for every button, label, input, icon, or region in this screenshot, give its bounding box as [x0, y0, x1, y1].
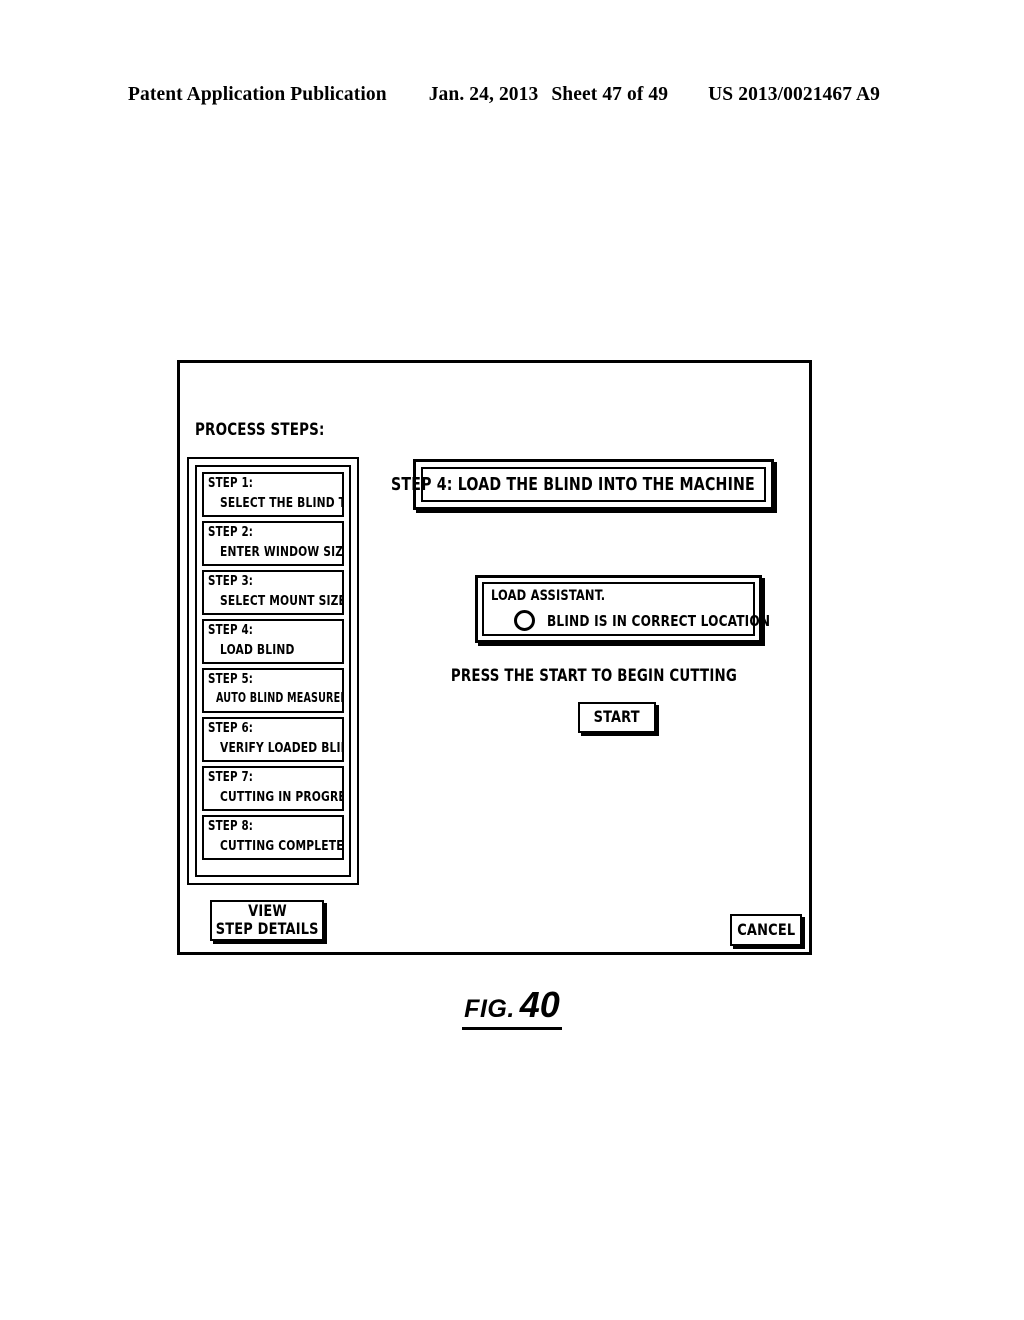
publication-number: US 2013/0021467 A9: [708, 84, 881, 105]
patent-header: Patent Application Publication Jan. 24, …: [128, 84, 896, 112]
list-item[interactable]: STEP 5: AUTO BLIND MEASUREMENT: [202, 668, 344, 713]
step-label: ENTER WINDOW SIZE: [220, 544, 344, 560]
step-number: STEP 7:: [208, 770, 254, 785]
load-assistant-title: LOAD ASSISTANT.: [491, 588, 606, 604]
view-step-details-line1: VIEW: [247, 900, 287, 920]
process-steps-panel: STEP 1: SELECT THE BLIND TYPE STEP 2: EN…: [187, 457, 359, 885]
load-assistant-panel: LOAD ASSISTANT. BLIND IS IN CORRECT LOCA…: [475, 575, 770, 643]
view-step-details-line2: STEP DETAILS: [215, 918, 319, 938]
step-number: STEP 6:: [208, 721, 254, 736]
process-steps-list: STEP 1: SELECT THE BLIND TYPE STEP 2: EN…: [195, 465, 351, 877]
step-number: STEP 1:: [208, 476, 254, 491]
page-title: STEP 4: LOAD THE BLIND INTO THE MACHINE: [391, 474, 756, 495]
step-label: AUTO BLIND MEASUREMENT: [216, 691, 342, 706]
step-label: CUTTING IN PROGRESS: [220, 789, 342, 805]
publication-title: Patent Application Publication: [128, 84, 387, 105]
step-label: SELECT THE BLIND TYPE: [220, 495, 342, 511]
cancel-button[interactable]: CANCEL: [730, 914, 802, 946]
status-badge: BLIND IS IN CORRECT LOCATION: [547, 611, 771, 630]
load-assistant-status-row: BLIND IS IN CORRECT LOCATION: [514, 610, 795, 631]
press-start-prompt: PRESS THE START TO BEGIN CUTTING: [413, 666, 774, 686]
start-button-label: START: [593, 707, 641, 727]
cancel-button-label: CANCEL: [736, 919, 796, 939]
step-number: STEP 8:: [208, 819, 254, 834]
list-item[interactable]: STEP 4: LOAD BLIND: [202, 619, 344, 664]
machine-screen-frame: PROCESS STEPS: STEP 1: SELECT THE BLIND …: [177, 360, 812, 955]
step-label: SELECT MOUNT SIZE: [220, 593, 344, 609]
step-number: STEP 5:: [208, 672, 254, 687]
load-assistant-panel-inner: LOAD ASSISTANT. BLIND IS IN CORRECT LOCA…: [482, 582, 770, 636]
figure-caption-inner: FIG. 40: [462, 984, 562, 1030]
start-button[interactable]: START: [578, 702, 656, 733]
press-start-prompt-text: PRESS THE START TO BEGIN CUTTING: [450, 666, 737, 685]
list-item[interactable]: STEP 3: SELECT MOUNT SIZE: [202, 570, 344, 615]
view-step-details-label: VIEW STEP DETAILS: [210, 900, 324, 939]
step-number: STEP 2:: [208, 525, 254, 540]
list-item[interactable]: STEP 1: SELECT THE BLIND TYPE: [202, 472, 344, 517]
status-indicator-icon: [514, 610, 535, 631]
list-item[interactable]: STEP 6: VERIFY LOADED BLIND: [202, 717, 344, 762]
process-steps-heading: PROCESS STEPS:: [195, 420, 325, 440]
step-number: STEP 3:: [208, 574, 254, 589]
current-step-banner-inner: STEP 4: LOAD THE BLIND INTO THE MACHINE: [391, 467, 766, 502]
step-label: LOAD BLIND: [220, 642, 295, 658]
figure-number: 40: [519, 984, 560, 1025]
step-number: STEP 4:: [208, 623, 254, 638]
step-label: CUTTING COMPLETED: [220, 838, 344, 854]
publication-date: Jan. 24, 2013: [428, 84, 539, 105]
list-item[interactable]: STEP 8: CUTTING COMPLETED: [202, 815, 344, 860]
list-item[interactable]: STEP 7: CUTTING IN PROGRESS: [202, 766, 344, 811]
figure-caption: FIG. 40: [0, 984, 1024, 1030]
step-label: VERIFY LOADED BLIND: [220, 740, 342, 756]
view-step-details-button[interactable]: VIEW STEP DETAILS: [210, 900, 324, 941]
sheet-number: Sheet 47 of 49: [551, 84, 669, 105]
figure-label: FIG.: [464, 995, 515, 1023]
list-item[interactable]: STEP 2: ENTER WINDOW SIZE: [202, 521, 344, 566]
current-step-banner: STEP 4: LOAD THE BLIND INTO THE MACHINE: [391, 459, 774, 510]
